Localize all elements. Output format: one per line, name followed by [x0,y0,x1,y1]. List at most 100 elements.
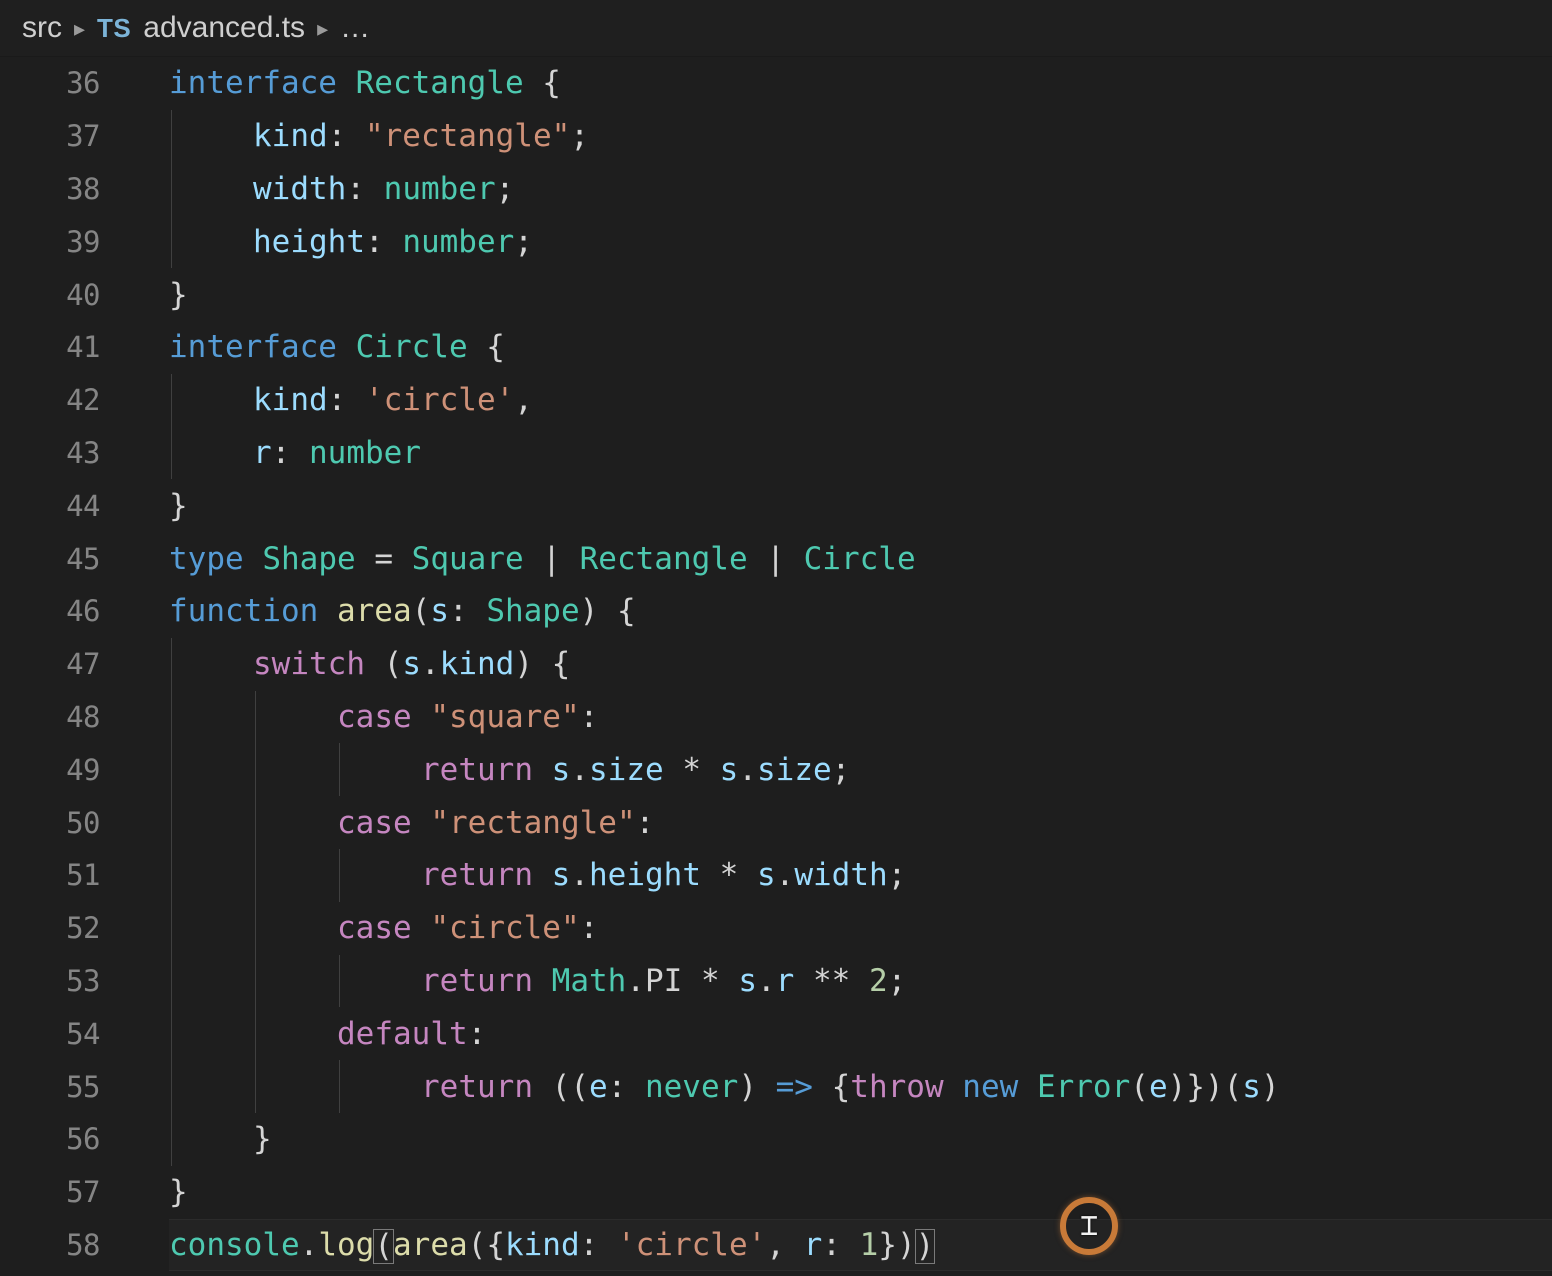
code-line[interactable]: 37 kind: "rectangle"; [0,109,1552,163]
line-number: 54 [66,1016,100,1051]
code-token: s [402,646,421,683]
code-line-content[interactable]: console.log(area({kind: 'circle', r: 1})… [169,1218,1552,1272]
code-text: kind: "rectangle"; [169,118,589,154]
code-line[interactable]: 43 r: number [0,426,1552,480]
breadcrumb-file[interactable]: advanced.ts [143,11,305,45]
code-line-content[interactable]: } [169,1112,1552,1166]
code-token: : [327,118,365,155]
code-line-content[interactable]: return s.size * s.size; [169,743,1552,797]
code-token: = [355,540,412,577]
code-line-content[interactable]: default: [169,1007,1552,1061]
code-token: s [738,962,757,999]
code-token: ; [495,170,515,207]
code-line[interactable]: 55 return ((e: never) => {throw new Error… [0,1060,1552,1113]
breadcrumb-symbol-overflow[interactable]: … [340,11,372,45]
code-token: size [757,751,832,788]
code-editor[interactable]: 36 interface Rectangle {37 kind: "rectangl… [0,57,1552,1276]
code-line-content[interactable]: return ((e: never) => {throw new Error(e… [169,1060,1552,1113]
code-token: * [663,751,720,788]
code-token: width [253,170,347,207]
code-token: ( [1130,1068,1149,1105]
code-line-content[interactable]: interface Rectangle { [169,57,1552,110]
code-token: Shape [262,540,356,577]
code-token: }) [878,1226,916,1263]
code-line-content[interactable]: r: number [169,426,1552,480]
code-line[interactable]: 45 type Shape = Square | Rectangle | Circ… [0,532,1552,585]
code-line-content[interactable]: function area(s: Shape) { [169,585,1552,638]
code-line-content[interactable]: width: number; [169,162,1552,216]
code-token: : [467,1015,487,1052]
code-token: )})( [1167,1068,1243,1105]
code-line[interactable]: 52 case "circle": [0,901,1552,955]
code-line-content[interactable]: case "square": [169,690,1552,744]
code-line-content[interactable]: kind: "rectangle"; [169,109,1552,163]
chevron-right-icon: ▸ [317,16,329,41]
code-token: kind [253,118,328,155]
code-text: interface Rectangle { [169,65,561,101]
code-token: return [421,751,552,788]
code-line-content[interactable]: kind: 'circle', [169,373,1552,427]
code-line[interactable]: 56} [0,1112,1552,1166]
line-number: 57 [66,1175,100,1210]
code-token: : [448,593,487,630]
code-line[interactable]: 38 width: number; [0,162,1552,216]
code-line-content[interactable]: height: number; [169,215,1552,269]
code-token: s [551,751,571,788]
code-line[interactable]: 39 height: number; [0,215,1552,269]
breadcrumb[interactable]: src ▸ TS advanced.ts ▸ … [0,0,1552,57]
code-line[interactable]: 36 interface Rectangle { [0,57,1552,110]
code-token: e [1148,1068,1168,1105]
code-token: ; [887,857,907,894]
code-line-content[interactable]: return s.height * s.width; [169,848,1552,902]
line-number: 55 [66,1069,100,1104]
code-line[interactable]: 41 interface Circle { [0,321,1552,374]
breadcrumb-folder[interactable]: src [22,11,62,45]
code-line[interactable]: 40} [0,268,1552,321]
code-line[interactable]: 58 console.log(area({kind: 'circle', r: 1… [0,1218,1552,1272]
code-line[interactable]: 50 case "rectangle": [0,796,1552,849]
code-token: height [589,857,701,894]
code-token: ; [831,751,851,788]
code-token: "rectangle" [364,118,571,155]
code-line[interactable]: 54 default: [0,1007,1552,1061]
code-token: Shape [486,593,580,630]
code-token: , [514,382,533,419]
line-number: 46 [66,594,100,629]
code-token: ( [411,593,431,630]
code-token: interface [169,329,356,366]
code-token: kind [439,646,515,683]
code-token: (( [551,1068,589,1105]
line-number: 42 [66,383,100,418]
code-line[interactable]: 48 case "square": [0,690,1552,744]
code-token: : [607,1068,645,1105]
code-token: : [271,434,309,471]
code-line-content[interactable]: switch (s.kind) { [169,637,1552,691]
code-token: : [579,698,599,735]
code-token: ( [383,646,403,683]
code-line-content[interactable]: interface Circle { [169,321,1552,374]
code-line[interactable]: 44} [0,479,1552,532]
line-number: 36 [66,66,100,101]
code-line-content[interactable]: case "rectangle": [169,796,1552,849]
code-token: number [309,434,421,471]
code-line-content[interactable]: return Math.PI * s.r ** 2; [169,954,1552,1008]
code-line[interactable]: 53 return Math.PI * s.r ** 2; [0,954,1552,1008]
code-line[interactable]: 51 return s.height * s.width; [0,848,1552,902]
line-number: 38 [66,171,100,206]
code-line-content[interactable]: } [169,268,1552,321]
code-line-content[interactable]: case "circle": [169,901,1552,955]
code-token: . [299,1226,319,1263]
code-line[interactable]: 47 switch (s.kind) { [0,637,1552,691]
code-token: Rectangle [355,65,524,102]
code-text: type Shape = Square | Rectangle | Circle [169,541,916,577]
code-line[interactable]: 46 function area(s: Shape) { [0,585,1552,638]
code-line[interactable]: 57} [0,1166,1552,1219]
code-line-content[interactable]: } [169,1166,1552,1219]
code-text: } [169,1174,188,1210]
code-line-content[interactable]: } [169,479,1552,532]
code-line[interactable]: 42 kind: 'circle', [0,373,1552,427]
code-token: { [523,65,561,102]
bracket-match-highlight: ) [914,1227,936,1264]
code-line-content[interactable]: type Shape = Square | Rectangle | Circle [169,532,1552,585]
code-line[interactable]: 49 return s.size * s.size; [0,743,1552,797]
